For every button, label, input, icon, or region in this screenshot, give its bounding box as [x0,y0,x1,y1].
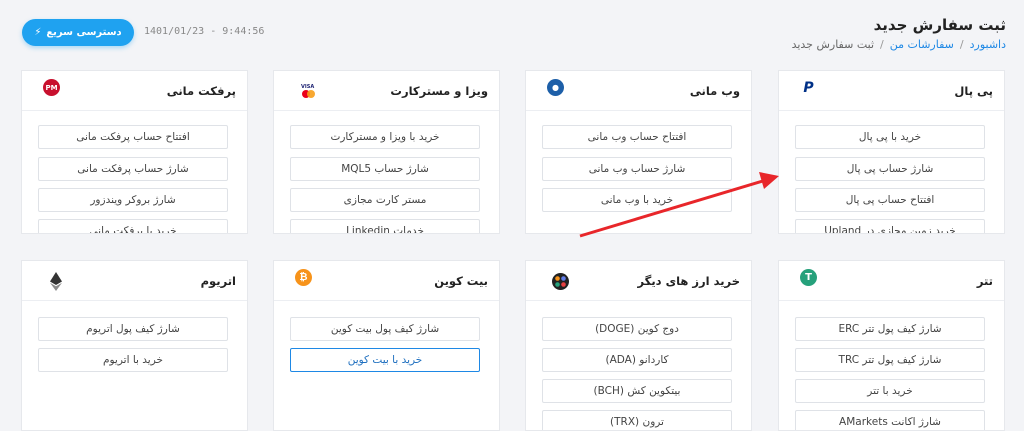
quick-access-button[interactable]: دسترسی سریع ⚡ [22,19,134,46]
menu-item[interactable]: افتتاح حساب پرفکت مانی [38,125,228,149]
timestamp: 1401/01/23 - 9:44:56 [144,26,265,37]
menu-item[interactable]: شارژ کیف پول اتریوم [38,317,228,341]
arrow-head [759,172,779,189]
menu-item[interactable]: شارژ اکانت AMarkets [795,410,985,430]
card-tether: تتر T شارژ کیف پول تتر ERC شارژ کیف پول … [778,260,1005,431]
other-crypto-icon [552,273,569,290]
menu-item[interactable]: ترون (TRX) [542,410,732,430]
menu-item[interactable]: شارژ حساب MQL5 [290,157,480,181]
menu-item[interactable]: شارژ بروکر ویندزور [38,188,228,212]
menu-item[interactable]: افتتاح حساب پی پال [795,188,985,212]
menu-item[interactable]: خرید با اتریوم [38,348,228,372]
card-title: بیت کوین [434,274,488,288]
card-title: خرید ارز های دیگر [637,274,741,288]
card-title: ویزا و مسترکارت [390,84,488,98]
menu-item[interactable]: خرید با وب مانی [542,188,732,212]
menu-item[interactable]: خرید زمین مجازی در Upland [795,219,985,233]
menu-item[interactable]: دوج کوین (DOGE) [542,317,732,341]
card-title: پرفکت مانی [166,84,236,98]
breadcrumb-my-orders-link[interactable]: سفارشات من [890,38,954,51]
card-title: اتریوم [200,274,236,288]
menu-item[interactable]: بیتکوین کش (BCH) [542,379,732,403]
menu-item[interactable]: خرید با پرفکت مانی [38,219,228,233]
menu-item[interactable]: مستر کارت مجازی [290,188,480,212]
card-title: تتر [976,274,993,288]
webmoney-icon: ● [547,79,564,96]
card-paypal: پی پال P خرید با پی پال شارژ حساب پی پال… [778,70,1005,234]
card-visa-mastercard: ویزا و مسترکارت VISA خرید با ویزا و مستر… [273,70,500,234]
paypal-icon: P [800,79,817,96]
menu-item[interactable]: کاردانو (ADA) [542,348,732,372]
svg-text:VISA: VISA [301,84,314,90]
menu-item[interactable]: شارژ حساب پی پال [795,157,985,181]
card-perfect-money: پرفکت مانی PM افتتاح حساب پرفکت مانی شار… [21,70,248,234]
menu-item[interactable]: خدمات Linkedin [290,219,480,233]
tether-icon: T [800,269,817,286]
page-header: ثبت سفارش جدید داشبورد/سفارشات من/ثبت سف… [0,0,1024,60]
menu-item[interactable]: شارژ کیف پول تتر ERC [795,317,985,341]
menu-item[interactable]: شارژ کیف پول تتر TRC [795,348,985,372]
card-title: وب مانی [689,84,740,98]
breadcrumb-current: ثبت سفارش جدید [791,38,875,51]
bitcoin-icon: ₿ [295,269,312,286]
perfect-money-icon: PM [43,79,60,96]
menu-item[interactable]: خرید با تتر [795,379,985,403]
menu-item[interactable]: شارژ کیف پول بیت کوین [290,317,480,341]
ethereum-icon [50,272,62,291]
quick-access-label: دسترسی سریع [46,27,122,38]
menu-item[interactable]: خرید با ویزا و مسترکارت [290,125,480,149]
menu-item-selected[interactable]: خرید با بیت کوین [290,348,480,372]
card-ethereum: اتریوم شارژ کیف پول اتریوم خرید با اتریو… [21,260,248,431]
menu-item[interactable]: شارژ حساب وب مانی [542,157,732,181]
breadcrumb: داشبورد/سفارشات من/ثبت سفارش جدید [791,38,1006,51]
menu-item[interactable]: افتتاح حساب وب مانی [542,125,732,149]
card-webmoney: وب مانی ● افتتاح حساب وب مانی شارژ حساب … [525,70,752,234]
menu-item[interactable]: خرید با پی پال [795,125,985,149]
menu-item[interactable]: شارژ حساب پرفکت مانی [38,157,228,181]
card-other-crypto: خرید ارز های دیگر دوج کوین (DOGE) کاردان… [525,260,752,431]
card-bitcoin: بیت کوین ₿ شارژ کیف پول بیت کوین خرید با… [273,260,500,431]
visa-mastercard-icon: VISA [299,83,319,99]
breadcrumb-dashboard-link[interactable]: داشبورد [970,38,1006,51]
card-title: پی پال [954,84,993,98]
lightning-icon: ⚡ [34,27,42,38]
page-title: ثبت سفارش جدید [873,16,1006,34]
